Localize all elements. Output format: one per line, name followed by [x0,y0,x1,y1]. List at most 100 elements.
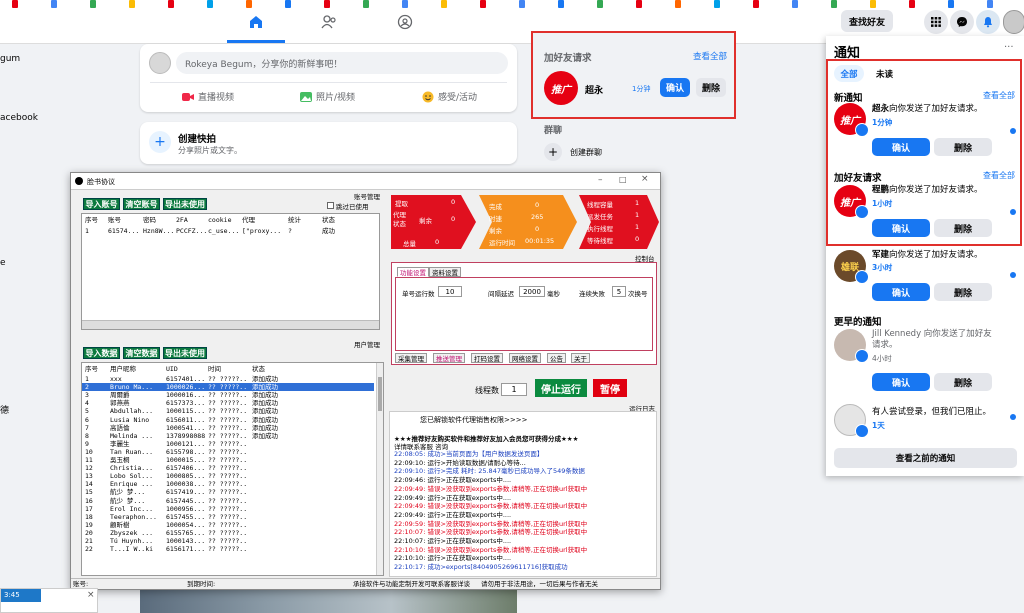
messenger-button[interactable] [950,10,974,34]
photo-video-button[interactable]: 照片/视频 [300,90,355,103]
table-row[interactable]: 16航少 梦...6157445...?? ?????... [82,497,374,505]
single-runs-input[interactable]: 10 [438,286,462,297]
tab-function-settings[interactable]: 功能设置 [397,267,429,277]
table-row[interactable]: 14Enrique ...1000038...?? ?????... [82,480,374,488]
home-tab[interactable] [236,10,276,34]
table-row[interactable]: 12Christia...6157406...?? ?????... [82,464,374,472]
see-all-link[interactable]: 查看全部 [983,170,1015,181]
table-row[interactable]: 13Lobo Sol...1000805...?? ?????... [82,472,374,480]
menu-button[interactable] [924,10,948,34]
bookmark-favicon-icon[interactable] [558,0,564,8]
notifications-button[interactable] [976,10,1000,34]
bookmark-favicon-icon[interactable] [51,0,57,8]
table-row[interactable]: 2Bruno Ma...1000026...?? ?????...添加成功 [82,383,374,391]
table-row[interactable]: 22T...I W..ki6156171...?? ?????... [82,545,374,553]
table-row[interactable]: 4郭燕燕6157373...?? ?????...添加成功 [82,399,374,407]
bookmark-favicon-icon[interactable] [246,0,252,8]
see-all-link[interactable]: 查看全部 [693,50,727,62]
export-unused-data-button[interactable]: 导出未使用 [163,347,207,359]
bookmark-favicon-icon[interactable] [285,0,291,8]
bottom-tab[interactable]: 推送管理 [433,353,465,363]
table-row[interactable]: 7高語倫1000541...?? ?????...添加成功 [82,424,374,432]
table-row[interactable]: 19顧昕樹1000054...?? ?????... [82,521,374,529]
interval-input[interactable]: 2000 [519,286,545,297]
bookmark-favicon-icon[interactable] [90,0,96,8]
confirm-button[interactable]: 确认 [872,283,930,301]
table-row[interactable]: 5Abdullah...1000115...?? ?????...添加成功 [82,407,374,415]
table-row[interactable]: 3周爾爵1000016...?? ?????...添加成功 [82,391,374,399]
delete-button[interactable]: 删除 [934,283,992,301]
bottom-tab[interactable]: 采集管理 [395,353,427,363]
close-icon[interactable]: × [87,590,95,600]
more-options-icon[interactable]: ··· [1004,42,1014,53]
bottom-tab[interactable]: 打码设置 [471,353,503,363]
bookmark-favicon-icon[interactable] [519,0,525,8]
table-row[interactable]: 18Teeraphon...6157455...?? ?????... [82,513,374,521]
tab-unread[interactable]: 未读 [876,68,893,80]
table-row[interactable]: 21Tú Huynh...1000143...?? ?????... [82,537,374,545]
scrollbar-thumb[interactable] [378,377,382,411]
bookmark-favicon-icon[interactable] [909,0,915,8]
log-panel[interactable]: 您已解锁软件代理销售权限>>>> ★★★推荐好友购买软件和推荐好友加入会员您可获… [389,411,657,577]
composer-input[interactable]: Rokeya Begum，分享你的新鲜事吧！ [176,52,508,74]
bookmark-favicon-icon[interactable] [792,0,798,8]
feeling-button[interactable]: 感受/活动 [422,90,477,103]
export-unused-button[interactable]: 导出未使用 [163,198,207,210]
stop-button[interactable]: 停止运行 [535,379,587,397]
bookmark-favicon-icon[interactable] [948,0,954,8]
bookmark-favicon-icon[interactable] [831,0,837,8]
bookmark-favicon-icon[interactable] [168,0,174,8]
view-previous-button[interactable]: 查看之前的通知 [834,448,1017,468]
confirm-button[interactable]: 确认 [872,219,930,237]
bookmark-favicon-icon[interactable] [987,0,993,8]
live-video-button[interactable]: 直播视频 [182,90,234,103]
notification-text[interactable]: Jill Kennedy 向你发送了加好友请求。 [872,329,1000,351]
import-accounts-button[interactable]: 导入账号 [83,198,120,210]
notification-text[interactable]: 有人尝试登录，但我们已阻止。 [872,407,1012,418]
bookmark-favicon-icon[interactable] [324,0,330,8]
notification-text[interactable]: 程鹏向你发送了加好友请求。 [872,185,1012,196]
table-row[interactable]: 20Zbyszek ...6155765...?? ?????... [82,529,374,537]
taskbar-popup[interactable]: 3:45 × [0,588,98,613]
bookmark-favicon-icon[interactable] [480,0,486,8]
close-icon[interactable]: × [641,174,649,184]
confirm-button[interactable]: 确认 [872,138,930,156]
table-row[interactable]: 11吳玉桐1000015...?? ?????... [82,456,374,464]
table-row[interactable]: 8Melinda ...1378998088?? ?????...添加成功 [82,432,374,440]
bottom-tab[interactable]: 关于 [571,353,590,363]
create-group-label[interactable]: 创建群聊 [570,147,602,158]
delete-button[interactable]: 删除 [696,78,726,97]
horizontal-scrollbar[interactable] [82,320,379,329]
bookmark-favicon-icon[interactable] [129,0,135,8]
left-nav-item[interactable]: e [0,258,6,268]
vertical-scrollbar[interactable] [376,363,383,575]
bottom-tab[interactable]: 公告 [547,353,566,363]
table-row[interactable]: 9李麗生1000121...?? ?????... [82,440,374,448]
left-nav-item[interactable]: gum [0,54,20,64]
left-nav-item[interactable]: acebook [0,113,38,123]
clear-data-button[interactable]: 清空数据 [123,347,160,359]
table-row[interactable]: 15航少 梦...6157419...?? ?????... [82,488,374,496]
bookmark-favicon-icon[interactable] [597,0,603,8]
delete-button[interactable]: 删除 [934,219,992,237]
users-table[interactable]: 序号用户昵称UID时间状态 1xxx6157401...?? ?????...添… [81,362,384,576]
notification-text[interactable]: 超永向你发送了加好友请求。 [872,104,1012,115]
bookmark-favicon-icon[interactable] [363,0,369,8]
bookmark-favicon-icon[interactable] [441,0,447,8]
create-group-plus-icon[interactable]: + [544,143,562,161]
maximize-icon[interactable]: □ [619,175,627,184]
bottom-tab[interactable]: 网络设置 [509,353,541,363]
thread-count-input[interactable]: 1 [501,383,527,396]
tab-profile-settings[interactable]: 资料设置 [429,267,461,277]
profile-avatar[interactable] [1003,10,1024,34]
groups-tab[interactable] [385,10,425,34]
tab-all[interactable]: 全部 [834,65,864,82]
bookmark-favicon-icon[interactable] [207,0,213,8]
minimize-icon[interactable]: – [598,175,603,185]
notification-text[interactable]: 军建向你发送了加好友请求。 [872,250,1012,261]
confirm-button[interactable]: 确认 [872,373,930,391]
fail-input[interactable]: 5 [612,286,626,297]
create-story-card[interactable]: + 创建快拍 分享照片或文字。 [140,122,517,164]
bookmark-favicon-icon[interactable] [714,0,720,8]
pause-button[interactable]: 暂停 [593,379,627,397]
